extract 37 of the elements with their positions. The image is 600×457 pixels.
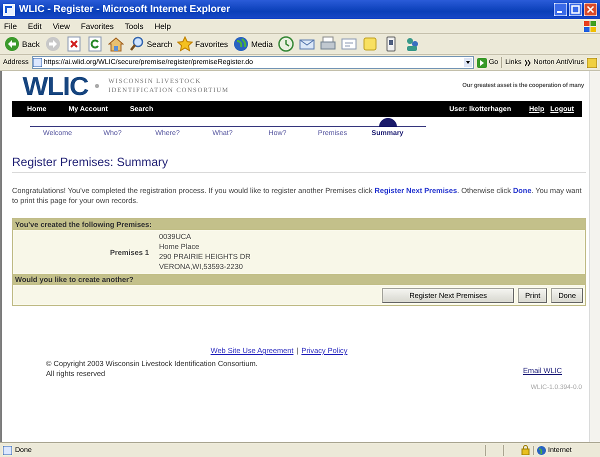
go-arrow-icon (476, 58, 487, 68)
refresh-icon[interactable] (86, 36, 103, 52)
menu-item[interactable]: Help (154, 22, 171, 30)
page-icon (32, 58, 42, 67)
windows-flag-icon (584, 20, 596, 32)
document-icon[interactable] (340, 36, 357, 52)
page-heading: Register Premises: Summary (12, 155, 586, 173)
ie-logo-icon[interactable] (3, 4, 15, 16)
favorites-button[interactable]: Favorites (177, 36, 228, 52)
lock-icon (521, 445, 530, 455)
dropdown-arrow-icon[interactable] (464, 58, 472, 67)
maximize-icon[interactable] (569, 3, 582, 16)
page-icon (3, 446, 12, 454)
globe-icon (537, 446, 546, 454)
bullet-icon (95, 84, 100, 88)
globe-icon (233, 36, 250, 52)
back-button[interactable]: Back (4, 36, 40, 52)
menu-item[interactable]: Favorites (80, 22, 114, 30)
minimize-icon[interactable] (554, 3, 567, 16)
menu-item[interactable]: Edit (28, 22, 42, 30)
home-icon[interactable] (108, 36, 124, 52)
clock-icon[interactable] (278, 36, 294, 52)
printer-icon[interactable] (320, 36, 336, 52)
chevron-icon[interactable] (524, 58, 531, 66)
menu-item[interactable]: File (4, 22, 17, 30)
menu-item[interactable]: Tools (124, 22, 144, 30)
media-button[interactable]: Media (233, 36, 273, 52)
menu-item[interactable]: View (52, 22, 70, 30)
site-logo: WLIC (22, 71, 88, 102)
stop-icon[interactable] (66, 36, 82, 52)
search-button[interactable]: Search (128, 36, 172, 52)
search-icon (128, 36, 145, 52)
window-title: WLIC - Register - Microsoft Internet Explorer (19, 4, 232, 15)
scrollbar[interactable] (589, 71, 600, 442)
step-marker (378, 118, 396, 127)
star-icon (177, 36, 194, 52)
close-icon[interactable] (584, 3, 597, 16)
